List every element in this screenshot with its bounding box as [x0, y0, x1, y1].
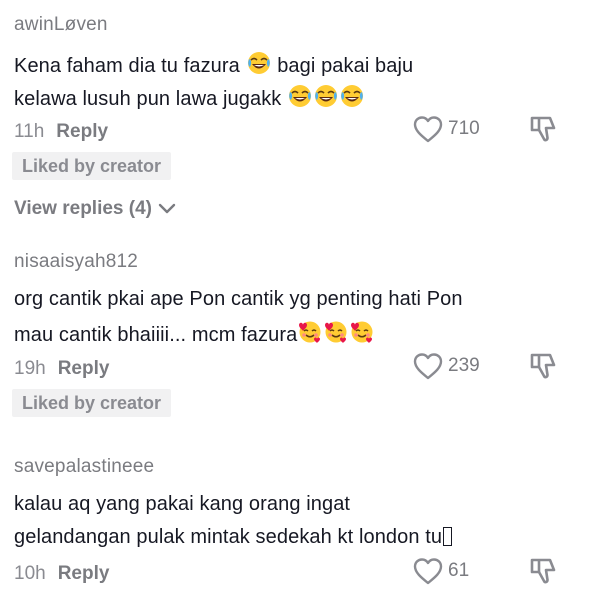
comment-username[interactable]: nisaaisyah812: [14, 251, 138, 273]
comment-timestamp: 11h: [14, 121, 45, 142]
comment-timestamp: 10h: [14, 563, 46, 584]
love-emoji-icon: [350, 320, 374, 344]
view-replies-button[interactable]: View replies (4): [14, 198, 176, 220]
comment-timestamp: 19h: [14, 358, 46, 379]
laugh-emoji-icon: [340, 84, 364, 108]
comment-text-line-2: mau cantik bhaiiii... mcm fazura: [14, 320, 375, 347]
comment-text-segment: kelawa lusuh pun lawa jugakk: [14, 88, 282, 110]
reply-button[interactable]: Reply: [56, 121, 108, 142]
comment-meta: 10h Reply: [14, 563, 109, 585]
thumbs-down-icon[interactable]: [528, 351, 558, 381]
comment-text-segment: bagi pakai baju: [271, 55, 414, 77]
reply-button[interactable]: Reply: [58, 563, 110, 584]
laugh-emoji-icon: [288, 84, 312, 108]
love-emoji-icon: [324, 320, 348, 344]
missing-glyph-box: [443, 527, 453, 546]
like-count: 61: [448, 560, 470, 581]
comment-text-segment: Kena faham dia tu fazura: [14, 55, 246, 77]
laugh-emoji-icon: [246, 51, 271, 75]
comment-text-line-1: org cantik pkai ape Pon cantik yg pentin…: [14, 288, 463, 310]
comment-meta: 11h Reply: [14, 121, 108, 143]
thumbs-down-icon[interactable]: [528, 114, 558, 144]
reply-button[interactable]: Reply: [58, 358, 110, 379]
comment-meta: 19h Reply: [14, 358, 109, 380]
like-count: 710: [448, 118, 480, 139]
thumbs-down-icon[interactable]: [528, 556, 558, 586]
love-emoji-icon: [298, 320, 322, 344]
comment-username[interactable]: savepalastineee: [14, 456, 154, 478]
like-count: 239: [448, 355, 480, 376]
comment-username[interactable]: awinLøven: [14, 14, 108, 36]
laugh-emoji-icon: [314, 84, 338, 108]
heart-outline-icon[interactable]: [412, 114, 444, 144]
like-button[interactable]: 61: [412, 556, 469, 586]
like-button[interactable]: 710: [412, 114, 480, 144]
comment-text-line-1: Kena faham dia tu fazura bagi pakai baju: [14, 51, 413, 78]
liked-by-creator-badge: Liked by creator: [12, 389, 172, 417]
heart-outline-icon[interactable]: [412, 351, 444, 381]
comment-text-line-1: kalau aq yang pakai kang orang ingat: [14, 493, 351, 515]
heart-outline-icon[interactable]: [412, 556, 444, 586]
liked-by-creator-badge: Liked by creator: [12, 152, 172, 180]
view-replies-label[interactable]: View replies (4): [14, 198, 152, 220]
comment-text-segment: gelandangan pulak mintak sedekah kt lond…: [14, 526, 443, 548]
comment-text-line-2: kelawa lusuh pun lawa jugakk: [14, 84, 365, 111]
chevron-down-icon[interactable]: [158, 203, 176, 215]
comment-text-segment: mau cantik bhaiiii... mcm fazura: [14, 324, 298, 346]
like-button[interactable]: 239: [412, 351, 480, 381]
comment-text-line-2: gelandangan pulak mintak sedekah kt lond…: [14, 526, 453, 549]
